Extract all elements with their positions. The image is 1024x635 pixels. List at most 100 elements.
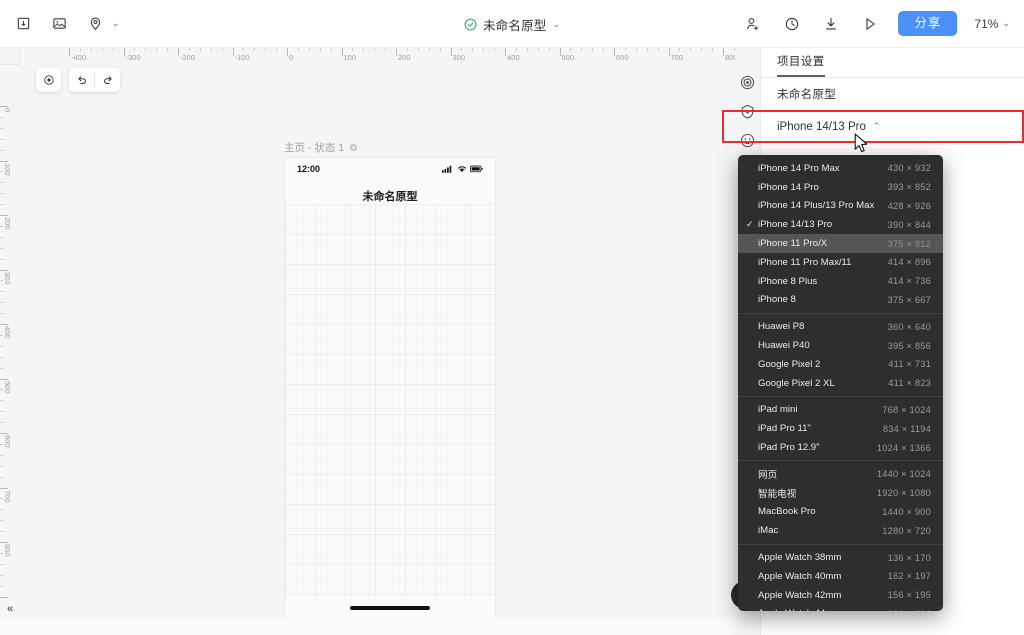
ruler-tick bbox=[69, 48, 70, 56]
dropdown-item[interactable]: Apple Watch 40mm 162 × 197 bbox=[738, 567, 943, 586]
dropdown-item[interactable]: Google Pixel 2 XL 411 × 823 bbox=[738, 374, 943, 393]
ruler-minor-tick bbox=[0, 204, 3, 206]
zoom-level-label[interactable]: 71% bbox=[974, 17, 998, 31]
ruler-minor-tick bbox=[0, 225, 3, 227]
dropdown-item[interactable]: Apple Watch 44mm184 × 224 bbox=[738, 605, 943, 611]
add-person-icon[interactable] bbox=[742, 13, 764, 35]
ruler-minor-tick bbox=[0, 574, 3, 576]
dropdown-item[interactable]: Apple Watch 42mm 156 × 195 bbox=[738, 586, 943, 605]
status-time: 12:00 bbox=[297, 164, 321, 174]
dropdown-item-label: iPhone 14 Plus/13 Pro Max bbox=[758, 200, 875, 212]
ruler-minor-tick bbox=[0, 389, 3, 391]
dropdown-item[interactable]: iPhone 8 375 × 667 bbox=[738, 291, 943, 310]
ruler-minor-tick bbox=[537, 48, 539, 51]
ruler-label: 400 bbox=[507, 53, 520, 62]
dropdown-item[interactable]: 网页 1440 × 1024 bbox=[738, 465, 943, 484]
export-frame-icon[interactable] bbox=[12, 13, 34, 35]
ruler-minor-tick bbox=[134, 48, 136, 51]
dropdown-item[interactable]: iPhone 8 Plus 414 × 736 bbox=[738, 272, 943, 291]
ruler-tick bbox=[0, 433, 8, 434]
ruler-minor-tick bbox=[0, 422, 3, 424]
ruler-minor-tick bbox=[592, 48, 594, 51]
document-title[interactable]: 未命名原型 bbox=[483, 15, 547, 34]
dropdown-item[interactable]: Huawei P8 360 × 640 bbox=[738, 317, 943, 336]
dropdown-item[interactable]: iPad Pro 11" 834 × 1194 bbox=[738, 419, 943, 438]
artboard-home-state-1[interactable]: 12:00 未命名原型 bbox=[285, 158, 495, 619]
collapse-panel-button[interactable]: « bbox=[0, 599, 20, 619]
ruler-minor-tick bbox=[385, 48, 387, 51]
download-icon[interactable] bbox=[820, 13, 842, 35]
ruler-minor-tick bbox=[417, 48, 419, 51]
location-pin-icon[interactable] bbox=[84, 13, 106, 35]
dropdown-item-size: 184 × 224 bbox=[888, 609, 931, 611]
ruler-minor-tick bbox=[101, 48, 103, 51]
device-selector[interactable]: iPhone 14/13 Pro ⌃ bbox=[761, 110, 1024, 143]
location-caret-icon[interactable]: ⌄ bbox=[112, 19, 120, 28]
dropdown-item[interactable]: iPhone 14 Pro 393 × 852 bbox=[738, 178, 943, 197]
ruler-minor-tick bbox=[0, 193, 3, 195]
dropdown-item-size: 1280 × 720 bbox=[882, 525, 931, 536]
dropdown-item[interactable]: iPad mini 768 × 1024 bbox=[738, 401, 943, 420]
ruler-label: 200 bbox=[398, 53, 411, 62]
image-icon[interactable] bbox=[48, 13, 70, 35]
dropdown-item[interactable]: MacBook Pro 1440 × 900 bbox=[738, 503, 943, 522]
dropdown-item-label: iPhone 14 Pro Max bbox=[758, 162, 840, 174]
top-toolbar: ⌄ 未命名原型 ⌄ 分享 71% ⌄ bbox=[0, 0, 1024, 48]
rail-icon-smiley[interactable] bbox=[740, 133, 755, 148]
undo-button[interactable] bbox=[69, 68, 94, 92]
dropdown-item[interactable]: iPhone 11 Pro/X 375 × 812 bbox=[738, 234, 943, 253]
redo-button[interactable] bbox=[95, 68, 120, 92]
dropdown-item[interactable]: Apple Watch 38mm 136 × 170 bbox=[738, 548, 943, 567]
dropdown-item-size: 428 × 926 bbox=[887, 200, 931, 211]
ruler-minor-tick bbox=[461, 48, 463, 51]
dropdown-item[interactable]: Huawei P40 395 × 856 bbox=[738, 336, 943, 355]
ruler-minor-tick bbox=[0, 367, 3, 369]
dropdown-item[interactable]: iPhone 14 Plus/13 Pro Max 428 × 926 bbox=[738, 197, 943, 216]
ruler-tick bbox=[0, 542, 8, 543]
dropdown-item[interactable]: iPhone 11 Pro Max/11 414 × 896 bbox=[738, 253, 943, 272]
ruler-minor-tick bbox=[624, 48, 626, 51]
ruler-minor-tick bbox=[712, 48, 714, 51]
canvas-stage[interactable]: -400 -300 -200 -100 0 100 200 300 400 500 600 700 80… bbox=[0, 48, 735, 619]
dropdown-item[interactable]: iPhone 14 Pro Max 430 × 932 bbox=[738, 159, 943, 178]
dropdown-item-label: 网页 bbox=[758, 470, 778, 482]
ruler-tick bbox=[123, 48, 125, 56]
share-button[interactable]: 分享 bbox=[898, 10, 958, 37]
history-clock-icon[interactable] bbox=[781, 13, 803, 35]
dropdown-item-size: 768 × 1024 bbox=[882, 404, 931, 415]
ruler-minor-tick bbox=[0, 585, 3, 587]
battery-icon bbox=[470, 165, 483, 173]
artboard-label[interactable]: 主页 - 状态 1 bbox=[284, 140, 358, 155]
dropdown-item[interactable]: 智能电视 1920 × 1080 bbox=[738, 484, 943, 503]
app-window: ⌄ 未命名原型 ⌄ 分享 71% ⌄ -400 -300 -200 -100 0… bbox=[0, 0, 1024, 635]
dropdown-item[interactable]: Google Pixel 2 411 × 731 bbox=[738, 355, 943, 374]
ruler-minor-tick bbox=[0, 520, 3, 522]
target-focus-button[interactable] bbox=[36, 68, 61, 92]
toolbar-left-group: ⌄ bbox=[0, 13, 120, 35]
rail-icon-shield[interactable] bbox=[740, 104, 755, 119]
dropdown-item-label: iMac bbox=[758, 525, 779, 537]
ruler-corner bbox=[0, 48, 20, 65]
dropdown-group-divider bbox=[738, 312, 943, 314]
dropdown-item-size: 395 × 856 bbox=[887, 340, 931, 351]
artboard-settings-gear-icon[interactable] bbox=[349, 143, 358, 152]
ruler-minor-tick bbox=[581, 48, 583, 51]
dropdown-item[interactable]: iMac 1280 × 720 bbox=[738, 521, 943, 540]
ruler-minor-tick bbox=[0, 182, 3, 184]
document-title-caret-icon[interactable]: ⌄ bbox=[552, 19, 560, 29]
zoom-caret-icon[interactable]: ⌄ bbox=[1002, 19, 1010, 28]
device-size-dropdown-menu[interactable]: iPhone 14 Pro Max 430 × 932 iPhone 14 Pro 3… bbox=[738, 155, 943, 611]
ruler-minor-tick bbox=[243, 48, 245, 51]
play-preview-icon[interactable] bbox=[859, 13, 881, 35]
dropdown-item-size: 156 × 195 bbox=[887, 590, 931, 601]
dropdown-item[interactable]: ✓ iPhone 14/13 Pro 390 × 844 bbox=[738, 215, 943, 234]
dropdown-item-label: iPad Pro 12.9" bbox=[758, 442, 820, 454]
dropdown-item-size: 414 × 896 bbox=[887, 257, 931, 268]
dropdown-item-size: 1920 × 1080 bbox=[876, 488, 931, 499]
dropdown-item[interactable]: iPad Pro 12.9" 1024 × 1366 bbox=[738, 438, 943, 457]
dropdown-item-label: 智能电视 bbox=[758, 489, 797, 501]
rail-icon-components[interactable] bbox=[740, 75, 755, 90]
project-name-row[interactable]: 未命名原型 bbox=[761, 78, 1024, 109]
tab-project-settings[interactable]: 项目设置 bbox=[777, 53, 825, 77]
dropdown-item-size: 411 × 823 bbox=[888, 378, 931, 389]
